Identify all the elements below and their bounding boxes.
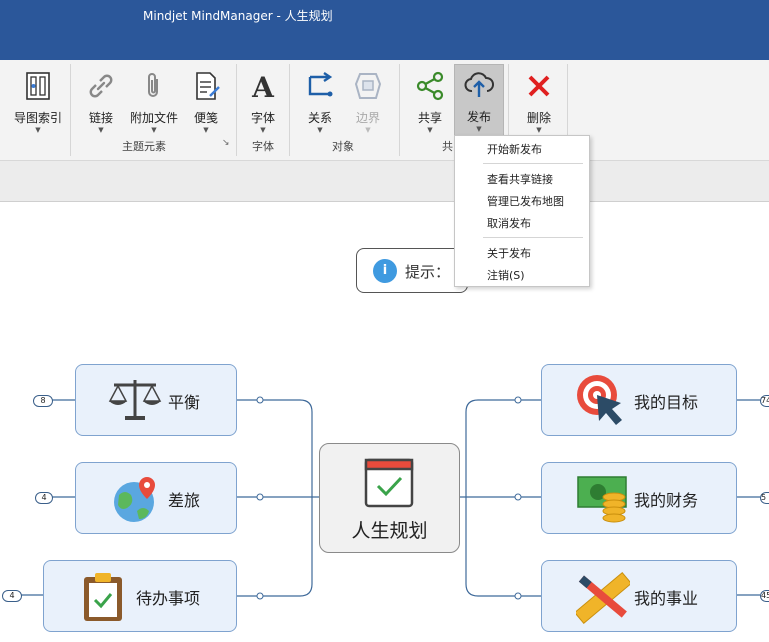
clipboard-check-icon [84, 573, 122, 621]
menu-item-about-publish[interactable]: 关于发布 [487, 245, 531, 261]
scales-icon [108, 380, 162, 420]
child-count-badge[interactable]: 74 [760, 395, 769, 407]
topic-todo[interactable]: 待办事项 [43, 560, 237, 632]
central-topic[interactable]: 人生规划 [319, 443, 460, 553]
topic-label: 差旅 [168, 491, 201, 510]
child-count-badge[interactable]: 8 [33, 395, 53, 407]
target-icon [577, 375, 622, 425]
child-count-badge[interactable]: 4 [2, 590, 22, 602]
hint-callout[interactable]: i 提示： [356, 248, 468, 293]
menu-item-start-new-publish[interactable]: 开始新发布 [487, 141, 542, 157]
hint-label: 提示： [405, 263, 451, 281]
topic-goals[interactable]: 我的目标 [541, 364, 737, 436]
topic-balance[interactable]: 平衡 [75, 364, 237, 436]
info-icon: i [373, 259, 397, 283]
menu-separator [483, 237, 583, 238]
topic-label: 我的目标 [634, 393, 699, 412]
publish-dropdown-menu: 开始新发布 查看共享链接 管理已发布地图 取消发布 关于发布 注销(S) [454, 135, 590, 287]
calendar-check-icon [364, 458, 414, 508]
child-count-badge[interactable]: 5 [760, 492, 769, 504]
menu-item-view-shared-link[interactable]: 查看共享链接 [487, 171, 553, 187]
menu-item-sign-out[interactable]: 注销(S) [487, 267, 525, 283]
child-count-badge[interactable]: 45 [760, 590, 769, 602]
money-icon [577, 476, 627, 523]
topic-travel[interactable]: 差旅 [75, 462, 237, 534]
child-count-badge[interactable]: 4 [35, 492, 53, 504]
menu-item-unpublish[interactable]: 取消发布 [487, 215, 531, 231]
ruler-pencil-icon [576, 572, 630, 624]
topic-career[interactable]: 我的事业 [541, 560, 737, 632]
topic-label: 我的事业 [634, 589, 699, 608]
topic-label: 我的财务 [634, 491, 699, 510]
topic-label: 平衡 [168, 393, 201, 412]
menu-item-manage-published-maps[interactable]: 管理已发布地图 [487, 193, 564, 209]
central-topic-label: 人生规划 [351, 520, 428, 542]
topic-label: 待办事项 [136, 589, 201, 608]
menu-separator [483, 163, 583, 164]
globe-pin-icon [114, 477, 155, 522]
topic-finance[interactable]: 我的财务 [541, 462, 737, 534]
